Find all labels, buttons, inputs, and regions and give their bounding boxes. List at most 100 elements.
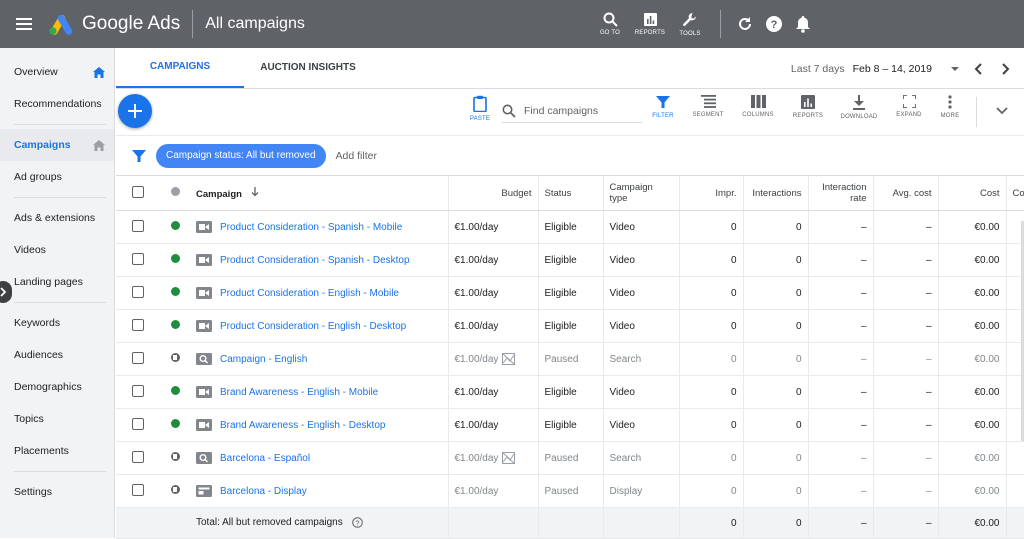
sidebar-item-overview[interactable]: Overview	[0, 56, 114, 88]
columns-button[interactable]: COLUMNS	[736, 95, 780, 118]
sidebar-item-ads-extensions[interactable]: Ads & extensions	[0, 202, 114, 234]
download-button[interactable]: DOWNLOAD	[837, 95, 881, 120]
budget-cell[interactable]: €1.00/day	[447, 408, 538, 442]
sidebar-item-settings[interactable]: Settings	[0, 476, 114, 508]
cost-column-header[interactable]: Cost	[937, 175, 1006, 211]
sidebar-item-keywords[interactable]: Keywords	[0, 307, 114, 339]
campaign-type-column-header[interactable]: Campaign type	[602, 175, 679, 211]
notifications-bell-icon[interactable]	[795, 15, 811, 33]
row-checkbox[interactable]	[132, 483, 144, 496]
campaign-name-link[interactable]: Product Consideration - Spanish - Deskto…	[220, 255, 410, 266]
home-icon[interactable]	[93, 66, 105, 78]
budget-cell[interactable]: €1.00/day	[447, 375, 538, 409]
impr-column-header[interactable]: Impr.	[678, 175, 743, 211]
sidebar-item-videos[interactable]: Videos	[0, 234, 114, 266]
chevron-down-icon[interactable]	[996, 107, 1008, 115]
budget-cell[interactable]: €1.00/day	[447, 474, 538, 508]
table-row[interactable]: Campaign - English €1.00/day Paused Search 0…	[116, 342, 1024, 376]
status-column-header[interactable]: Status	[537, 175, 603, 211]
enabled-status-icon[interactable]	[170, 254, 180, 263]
paste-button[interactable]: PASTE	[458, 95, 502, 122]
help-icon[interactable]: ?	[765, 15, 783, 33]
sidebar-item-landing-pages[interactable]: Landing pages	[0, 266, 114, 298]
row-checkbox[interactable]	[132, 219, 144, 232]
table-row[interactable]: Product Consideration - English - Mobile…	[116, 276, 1024, 310]
enabled-status-icon[interactable]	[170, 287, 180, 296]
budget-cell[interactable]: €1.00/day	[447, 342, 538, 376]
segment-button[interactable]: SEGMENT	[686, 95, 730, 118]
budget-cell[interactable]: €1.00/day	[447, 243, 538, 277]
budget-column-header[interactable]: Budget	[447, 175, 538, 211]
home-icon[interactable]	[93, 139, 105, 151]
table-row[interactable]: Product Consideration - English - Deskto…	[116, 309, 1024, 343]
filter-button[interactable]: FILTER	[641, 95, 685, 119]
truncated-column-header[interactable]: Co	[1005, 175, 1024, 211]
budget-cell[interactable]: €1.00/day	[447, 309, 538, 343]
campaign-name-link[interactable]: Barcelona - Display	[220, 486, 307, 497]
campaign-name-link[interactable]: Brand Awareness - English - Desktop	[220, 420, 385, 431]
search-input[interactable]	[524, 104, 634, 117]
campaign-column-header[interactable]: Campaign	[190, 175, 448, 211]
sidebar-item-placements[interactable]: Placements	[0, 435, 114, 467]
table-row[interactable]: Barcelona - Español €1.00/day Paused Search…	[116, 441, 1024, 475]
paused-status-icon[interactable]	[170, 353, 180, 362]
budget-cell[interactable]: €1.00/day	[447, 276, 538, 310]
google-ads-logo[interactable]: Google Ads	[48, 13, 180, 35]
row-checkbox[interactable]	[132, 351, 144, 364]
add-filter-link[interactable]: Add filter	[336, 150, 377, 162]
table-row[interactable]: Brand Awareness - English - Mobile €1.00/…	[116, 375, 1024, 409]
expand-button[interactable]: EXPAND	[887, 95, 931, 118]
campaign-name-link[interactable]: Campaign - English	[220, 354, 307, 365]
enabled-status-icon[interactable]	[170, 221, 180, 230]
reports-top-button[interactable]: REPORTS	[630, 12, 670, 36]
row-checkbox[interactable]	[132, 318, 144, 331]
campaign-name-link[interactable]: Brand Awareness - English - Mobile	[220, 387, 378, 398]
sort-arrow-down-icon[interactable]	[251, 186, 259, 197]
filter-funnel-icon[interactable]	[132, 149, 146, 163]
table-row[interactable]: Brand Awareness - English - Desktop €1.00…	[116, 408, 1024, 442]
paused-status-icon[interactable]	[170, 452, 180, 461]
reports-button[interactable]: REPORTS	[786, 95, 830, 119]
date-range-selector[interactable]: Last 7 days Feb 8 – 14, 2019	[791, 48, 1014, 89]
row-checkbox[interactable]	[132, 252, 144, 265]
tab-campaigns[interactable]: CAMPAIGNS	[116, 47, 244, 88]
go-to-button[interactable]: GO TO	[590, 12, 630, 36]
row-checkbox[interactable]	[132, 450, 144, 463]
sidebar-item-audiences[interactable]: Audiences	[0, 339, 114, 371]
tab-auction-insights[interactable]: AUCTION INSIGHTS	[244, 47, 372, 88]
more-button[interactable]: MORE	[928, 95, 972, 119]
campaign-name-link[interactable]: Product Consideration - English - Deskto…	[220, 321, 406, 332]
next-period-icon[interactable]	[996, 62, 1014, 76]
budget-cell[interactable]: €1.00/day	[447, 441, 538, 475]
sidebar-item-recommendations[interactable]: Recommendations	[0, 88, 114, 120]
budget-warning-icon[interactable]	[502, 452, 516, 464]
help-outline-icon[interactable]: ?	[351, 517, 363, 529]
sidebar-item-topics[interactable]: Topics	[0, 403, 114, 435]
campaign-status-filter-chip[interactable]: Campaign status: All but removed	[156, 143, 326, 168]
enabled-status-icon[interactable]	[170, 320, 180, 329]
hamburger-menu-icon[interactable]	[0, 0, 48, 48]
sidebar-item-ad-groups[interactable]: Ad groups	[0, 161, 114, 193]
row-checkbox[interactable]	[132, 285, 144, 298]
row-checkbox[interactable]	[132, 417, 144, 430]
paused-status-icon[interactable]	[170, 485, 180, 494]
budget-cell[interactable]: €1.00/day	[447, 210, 538, 244]
select-all-checkbox[interactable]	[132, 185, 144, 198]
sidebar-item-campaigns[interactable]: Campaigns	[0, 129, 114, 161]
table-row[interactable]: Barcelona - Display €1.00/day Paused Displa…	[116, 474, 1024, 508]
previous-period-icon[interactable]	[970, 62, 988, 76]
tools-button[interactable]: TOOLS	[670, 12, 710, 37]
interactions-column-header[interactable]: Interactions	[742, 175, 808, 211]
refresh-icon[interactable]	[737, 16, 753, 32]
enabled-status-icon[interactable]	[170, 386, 180, 395]
campaign-name-link[interactable]: Product Consideration - Spanish - Mobile	[220, 222, 402, 233]
campaign-search[interactable]	[502, 99, 642, 123]
sidebar-collapse-button[interactable]	[0, 281, 12, 303]
interaction-rate-column-header[interactable]: Interaction rate	[807, 175, 873, 211]
budget-warning-icon[interactable]	[502, 353, 516, 365]
add-campaign-button[interactable]	[118, 94, 152, 128]
campaign-name-link[interactable]: Product Consideration - English - Mobile	[220, 288, 399, 299]
row-checkbox[interactable]	[132, 384, 144, 397]
table-row[interactable]: Product Consideration - Spanish - Mobile…	[116, 210, 1024, 244]
dropdown-arrow-icon[interactable]	[948, 65, 962, 73]
